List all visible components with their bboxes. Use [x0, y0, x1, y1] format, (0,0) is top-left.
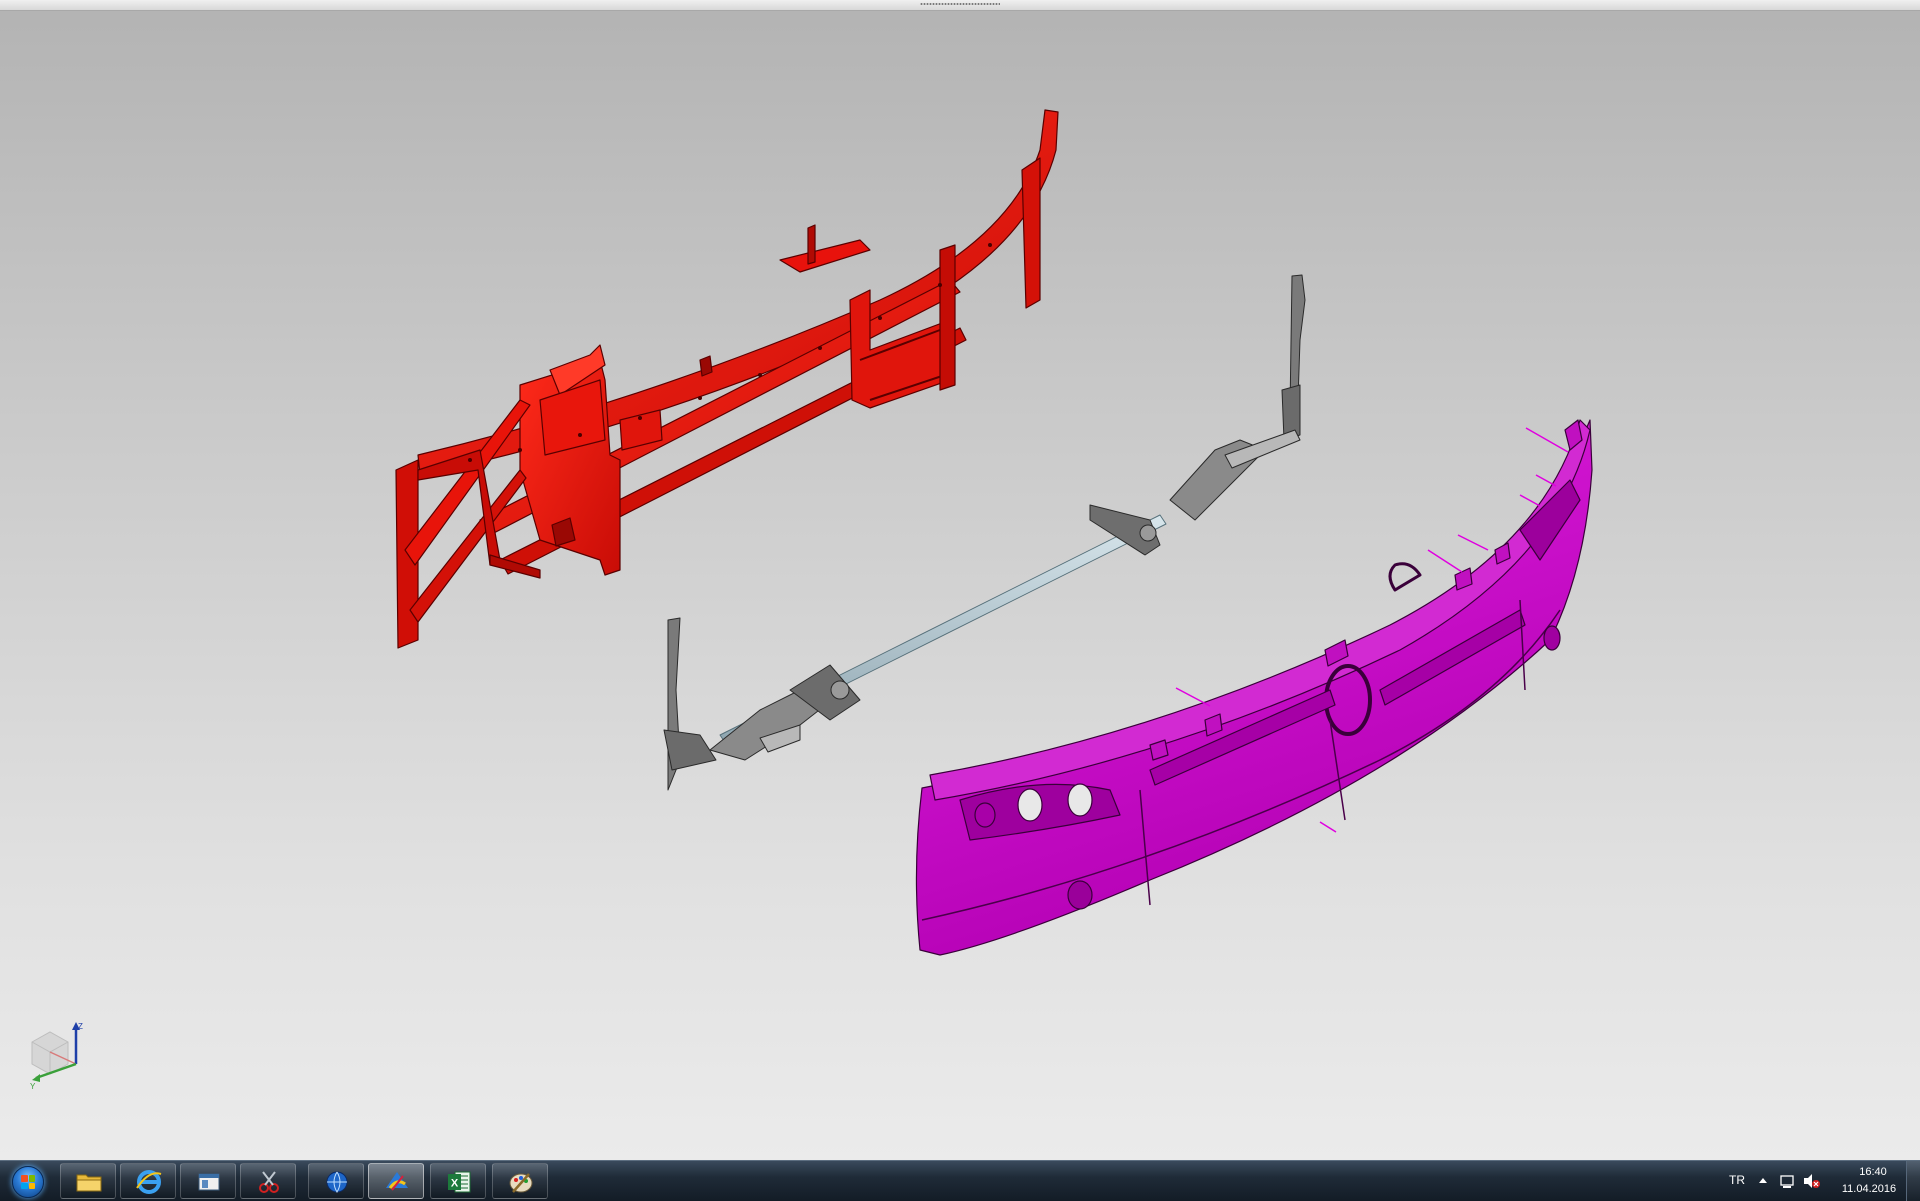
- action-center-flag-icon[interactable]: [1780, 1173, 1796, 1189]
- show-desktop-button[interactable]: [1906, 1161, 1920, 1201]
- volume-muted-icon[interactable]: [1803, 1173, 1821, 1189]
- excel-icon: X: [448, 1171, 471, 1193]
- language-indicator[interactable]: TR: [1729, 1173, 1745, 1187]
- z-axis-label: Z: [78, 1022, 83, 1031]
- paint-icon: [509, 1173, 533, 1193]
- y-axis-label: Y: [30, 1082, 36, 1091]
- svg-text:X: X: [451, 1178, 459, 1190]
- cad-viewport[interactable]: Z Y: [0, 0, 1920, 1160]
- taskbar: X TR 16:40 11.04.2016: [0, 1160, 1920, 1201]
- taskbar-cad-app[interactable]: [368, 1163, 424, 1199]
- scissors-icon: [259, 1171, 279, 1193]
- cad-icon: [386, 1172, 408, 1191]
- taskbar-excel[interactable]: X: [430, 1163, 486, 1199]
- taskbar-snipping-tool[interactable]: [240, 1163, 296, 1199]
- frame-structure[interactable]: [395, 109, 1059, 649]
- windows-logo-icon: [21, 1175, 35, 1189]
- taskbar-browser[interactable]: [308, 1163, 364, 1199]
- y-axis-arrow: [32, 1074, 40, 1082]
- show-hidden-icons-chevron-icon[interactable]: [1759, 1177, 1767, 1183]
- taskbar-file-explorer[interactable]: [60, 1163, 116, 1199]
- cad-scene[interactable]: [0, 0, 1920, 1160]
- taskbar-internet-explorer[interactable]: [120, 1163, 176, 1199]
- bumper-cover[interactable]: [915, 419, 1593, 956]
- start-button[interactable]: [4, 1162, 50, 1200]
- clock-time[interactable]: 16:40: [1853, 1166, 1893, 1178]
- window-icon: [198, 1173, 220, 1191]
- taskbar-paint[interactable]: [492, 1163, 548, 1199]
- axis-triad[interactable]: Z Y: [24, 1020, 94, 1100]
- clock-date[interactable]: 11.04.2016: [1837, 1183, 1901, 1195]
- globe-icon: [326, 1171, 348, 1193]
- folder-icon: [76, 1174, 102, 1192]
- taskbar-app-window[interactable]: [180, 1163, 236, 1199]
- ie-icon: [136, 1170, 162, 1194]
